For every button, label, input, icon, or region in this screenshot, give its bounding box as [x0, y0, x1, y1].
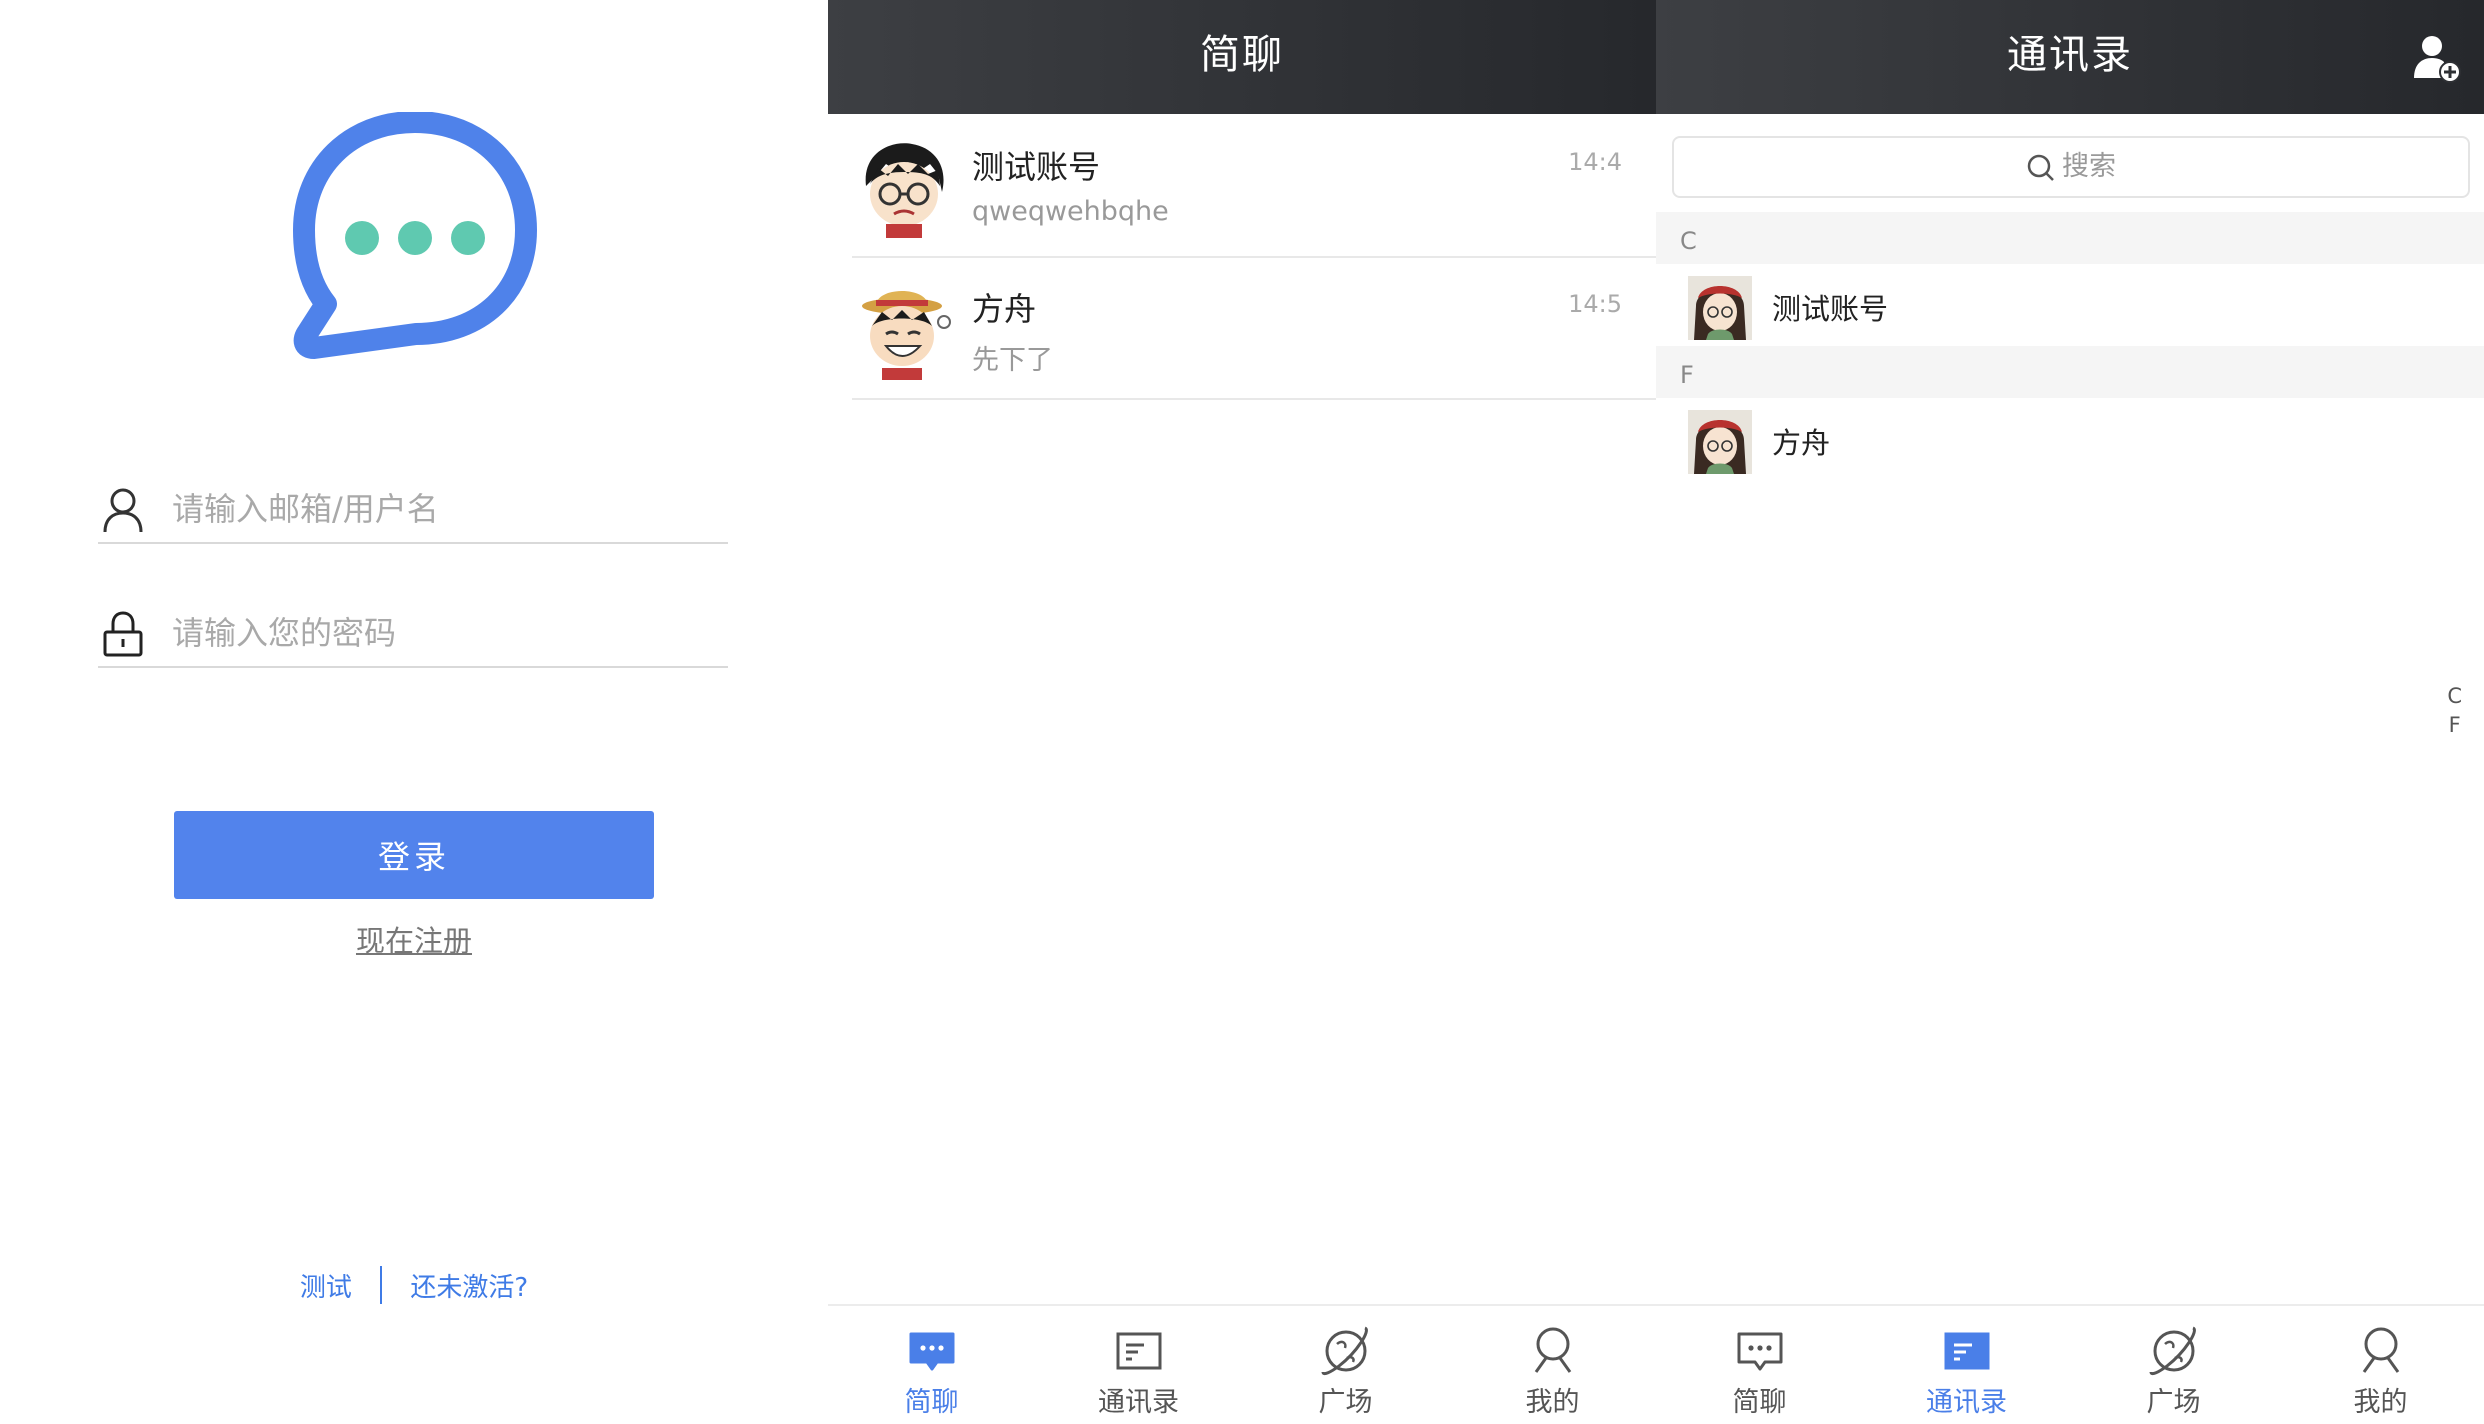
- password-field: [98, 604, 728, 668]
- not-activated-link[interactable]: 还未激活?: [410, 1267, 528, 1304]
- chat-list-item[interactable]: 方舟 先下了 14:5: [852, 256, 1656, 400]
- contact-name: 方舟: [1772, 426, 1831, 460]
- register-link[interactable]: 现在注册: [0, 918, 828, 960]
- chat-bubble-icon: [1737, 1332, 1783, 1371]
- tab-label: 我的: [1525, 1387, 1580, 1418]
- section-header: F: [1656, 346, 2484, 398]
- index-letter[interactable]: C: [2447, 682, 2462, 711]
- search-input[interactable]: 搜索: [1672, 136, 2470, 198]
- login-button[interactable]: 登录: [174, 811, 654, 899]
- tab-chats[interactable]: 简聊: [1656, 1306, 1863, 1424]
- index-letter[interactable]: F: [2447, 711, 2462, 740]
- contact-name: 测试账号: [1772, 292, 1889, 326]
- lock-icon: [103, 611, 143, 657]
- avatar: [865, 143, 944, 238]
- page-title: 简聊: [828, 0, 1656, 114]
- avatar: [1688, 276, 1752, 340]
- contacts-screen: 通讯录 搜索 C 测试账号 F 方舟 C F 简聊 通讯录 广场 我的: [1656, 0, 2484, 1424]
- tab-contacts[interactable]: 通讯录: [1863, 1306, 2070, 1424]
- chat-list-item[interactable]: 测试账号 qweqwehbqhe 14:4: [852, 114, 1656, 258]
- tab-square[interactable]: 广场: [2070, 1306, 2277, 1424]
- add-user-icon[interactable]: [2410, 32, 2462, 84]
- avatar: [1688, 410, 1752, 474]
- login-footer: 测试 还未激活?: [0, 1266, 828, 1304]
- tab-label: 广场: [2146, 1387, 2201, 1418]
- person-icon: [2362, 1327, 2400, 1373]
- chat-contact-name: 方舟: [972, 290, 1037, 328]
- tab-label: 通讯录: [1926, 1387, 2007, 1418]
- username-field: [98, 480, 728, 544]
- chat-bubble-icon: [909, 1332, 955, 1371]
- username-input[interactable]: [172, 480, 712, 538]
- chat-time: 14:5: [1568, 290, 1622, 318]
- password-input[interactable]: [172, 604, 712, 662]
- contact-list-item[interactable]: 测试账号: [1656, 264, 2484, 348]
- tab-me[interactable]: 我的: [1449, 1306, 1656, 1424]
- tab-bar: 简聊 通讯录 广场 我的: [1656, 1304, 2484, 1424]
- tab-label: 简聊: [904, 1387, 959, 1418]
- chat-contact-name: 测试账号: [972, 148, 1101, 186]
- tab-label: 广场: [1318, 1387, 1373, 1418]
- contacts-card-icon: [1944, 1332, 1990, 1370]
- contacts-card-icon: [1116, 1332, 1162, 1370]
- chat-last-message: qweqwehbqhe: [972, 196, 1169, 227]
- app-logo-chat-bubble-icon: [293, 112, 537, 359]
- tab-label: 通讯录: [1098, 1387, 1179, 1418]
- tab-contacts[interactable]: 通讯录: [1035, 1306, 1242, 1424]
- contact-list-item[interactable]: 方舟: [1656, 398, 2484, 482]
- login-screen: 登录 现在注册 测试 还未激活?: [0, 0, 828, 1424]
- user-icon: [103, 488, 143, 533]
- search-placeholder: 搜索: [2062, 151, 2116, 182]
- chat-time: 14:4: [1568, 148, 1622, 176]
- person-icon: [1534, 1327, 1572, 1373]
- planet-icon: [1321, 1326, 1368, 1376]
- test-link[interactable]: 测试: [300, 1267, 352, 1304]
- page-title-text: 通讯录: [2007, 32, 2133, 78]
- tab-me[interactable]: 我的: [2277, 1306, 2484, 1424]
- tab-label: 简聊: [1732, 1387, 1787, 1418]
- chat-list-screen: 简聊 测试账号 qweqwehbqhe 14:4 方舟 先下了 14:5 简聊 …: [828, 0, 1656, 1424]
- avatar: [862, 291, 951, 380]
- alphabet-index: C F: [2447, 682, 2462, 740]
- tab-bar: 简聊 通讯录 广场 我的: [828, 1304, 1656, 1424]
- page-title: 通讯录: [1656, 0, 2484, 114]
- chat-last-message: 先下了: [972, 345, 1053, 376]
- tab-label: 我的: [2353, 1387, 2408, 1418]
- tab-square[interactable]: 广场: [1242, 1306, 1449, 1424]
- section-header: C: [1656, 212, 2484, 264]
- tab-chats[interactable]: 简聊: [828, 1306, 1035, 1424]
- search-icon: [2027, 154, 2054, 181]
- footer-divider: [380, 1266, 383, 1304]
- planet-icon: [2149, 1326, 2196, 1376]
